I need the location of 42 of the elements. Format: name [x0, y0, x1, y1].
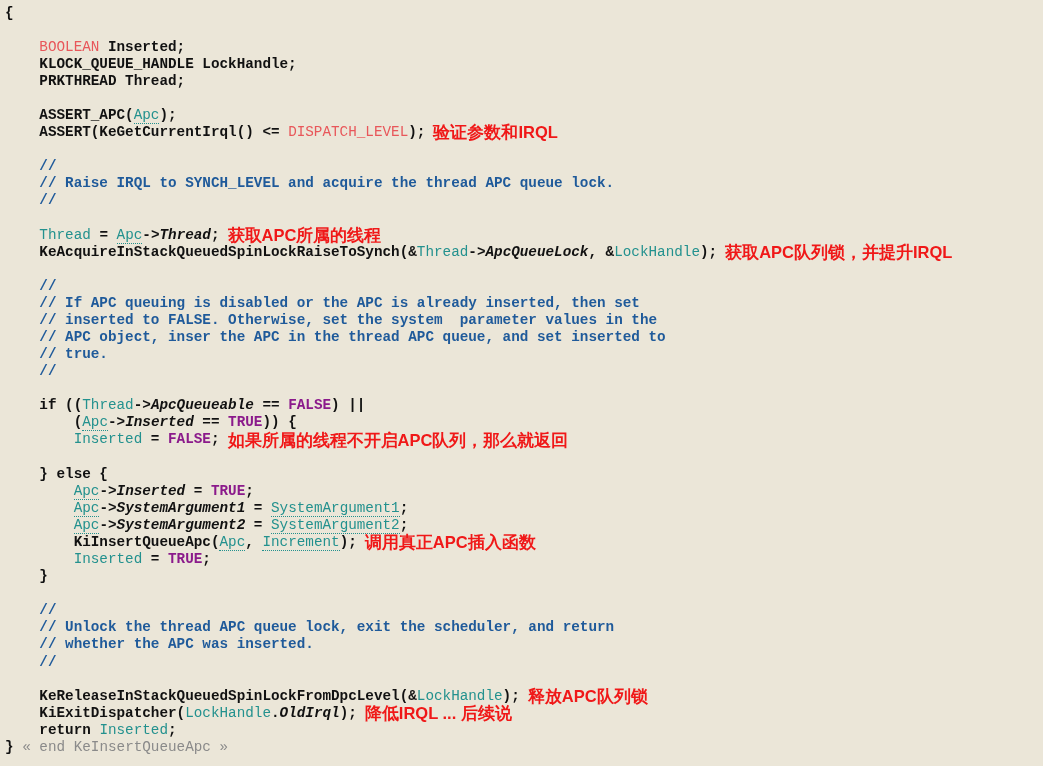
code-comment: // true. — [39, 346, 108, 363]
annotation-note: 获取APC所属的线程 — [227, 225, 382, 244]
code-line: ASSERT_APC(Apc); — [39, 107, 177, 123]
code-line: ASSERT(KeGetCurrentIrql() <= DISPATCH_LEVEL); — [39, 124, 426, 141]
code-comment: // inserted to FALSE. Otherwise, set the system parameter values in the — [39, 311, 658, 328]
code-line: Inserted = TRUE; — [73, 551, 211, 568]
code-line: } « end KeInsertQueueApc » — [5, 738, 229, 755]
code-line: (Apc->Inserted == TRUE)) { — [73, 414, 297, 431]
code-line: Thread = Apc->Thread; — [39, 226, 220, 243]
code-comment: // If APC queuing is disabled or the APC is already inserted, then set — [39, 294, 640, 311]
annotation-note: 获取APC队列锁，并提升IRQL — [725, 242, 953, 261]
code-line: return Inserted; — [39, 721, 177, 738]
code-comment: // — [39, 277, 57, 294]
code-comment: // — [39, 158, 57, 175]
annotation-note: 降低IRQL ... 后续说 — [364, 703, 512, 722]
code-comment: // — [39, 363, 57, 380]
code-comment: // APC object, inser the APC in the thread APC queue, and set inserted to — [39, 329, 666, 345]
code-line: Apc->SystemArgument2 = SystemArgument2; — [73, 516, 409, 533]
code-line: Inserted = FALSE; — [73, 431, 220, 448]
code-line: Apc->SystemArgument1 = SystemArgument1; — [73, 499, 409, 516]
code-line: BOOLEAN Inserted; — [39, 38, 186, 55]
annotation-note: 调用真正APC插入函数 — [364, 532, 536, 551]
code-line: Apc->Inserted = TRUE; — [73, 482, 254, 499]
code-line: KiInsertQueueApc(Apc, Increment); — [73, 533, 357, 550]
annotation-note: 如果所属的线程不开启APC队列，那么就返回 — [227, 430, 569, 449]
code-line: KeAcquireInStackQueuedSpinLockRaiseToSynch(&Thread->ApcQueueLock, &LockHandle); — [39, 243, 718, 260]
code-line: } — [39, 568, 48, 585]
code-line: KLOCK_QUEUE_HANDLE LockHandle; — [39, 55, 297, 72]
code-line: if ((Thread->ApcQueueable == FALSE) || — [39, 397, 366, 414]
code-line: KeReleaseInStackQueuedSpinLockFromDpcLevel(&LockHandle); — [39, 687, 520, 704]
code-comment: // — [39, 653, 57, 670]
code-line: KiExitDispatcher(LockHandle.OldIrql); — [39, 704, 357, 721]
code-line: } else { — [39, 465, 108, 482]
annotation-note: 验证参数和IRQL — [433, 123, 558, 142]
code-comment: // whether the APC was inserted. — [39, 636, 314, 653]
code-comment: // Unlock the thread APC queue lock, exit the scheduler, and return — [39, 619, 615, 636]
code-comment: // — [39, 192, 57, 209]
annotation-note: 释放APC队列锁 — [527, 686, 648, 705]
code-comment: // Raise IRQL to SYNCH_LEVEL and acquire the thread APC queue lock. — [39, 175, 615, 192]
code-comment: // — [39, 602, 57, 619]
code-line: PRKTHREAD Thread; — [39, 72, 186, 89]
code-line: { — [5, 4, 14, 21]
